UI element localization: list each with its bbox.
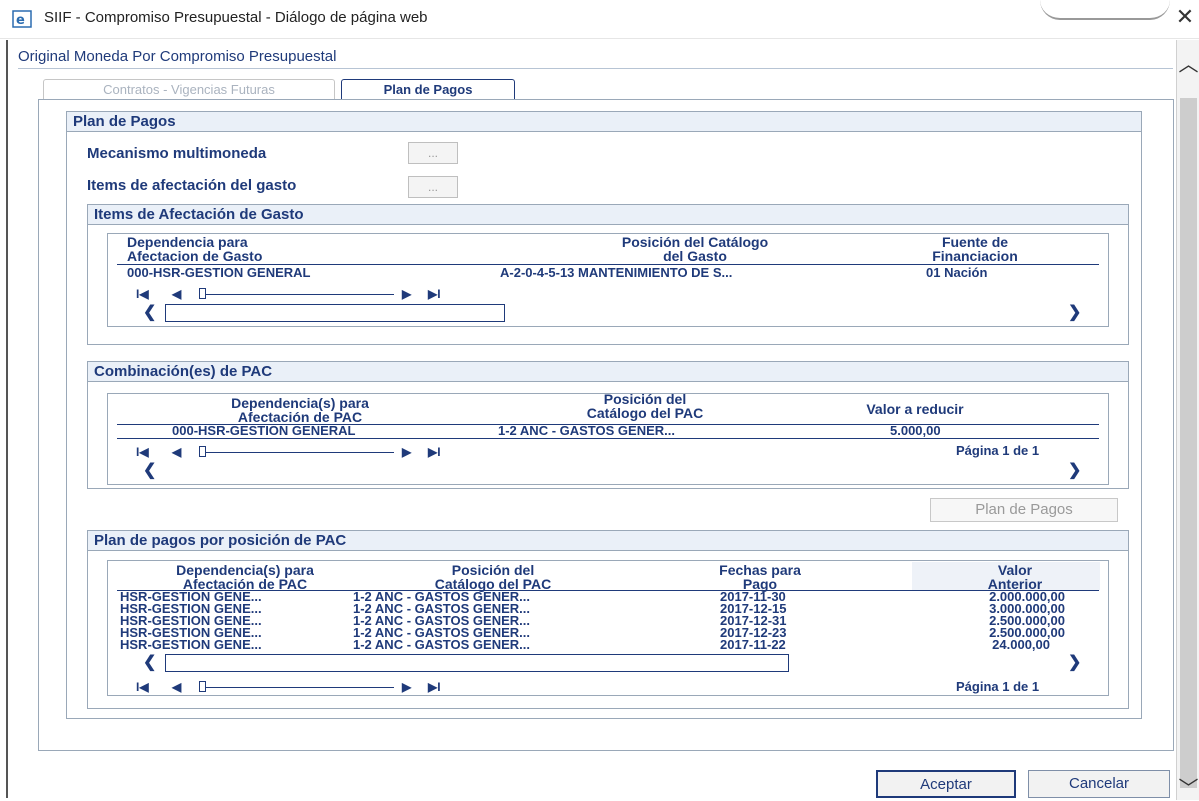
row-divider bbox=[117, 438, 1099, 439]
pager-status: Página 1 de 1 bbox=[956, 443, 1040, 458]
table-cell: 1-2 ANC - GASTOS GENER... bbox=[353, 637, 530, 652]
column-header: Posición del Catálogo del Gasto bbox=[621, 234, 769, 264]
column-header: Fechas para Pago bbox=[719, 562, 801, 592]
header-divider bbox=[18, 68, 1173, 69]
column-header: Posición del Catálogo del PAC bbox=[434, 562, 552, 592]
pager-slider-thumb[interactable] bbox=[199, 681, 206, 692]
scroll-thumb[interactable] bbox=[1180, 98, 1197, 788]
table-cell: 000-HSR-GESTION GENERAL bbox=[172, 423, 356, 438]
table-row[interactable]: HSR-GESTION GENE... 1-2 ANC - GASTOS GEN… bbox=[120, 614, 1095, 627]
scroll-right-icon[interactable]: ❯ bbox=[1068, 302, 1081, 322]
table-cell: HSR-GESTION GENE... bbox=[120, 637, 262, 652]
prev-page-icon[interactable]: ◀ bbox=[172, 445, 181, 459]
table-cell: A-2-0-4-5-13 MANTENIMIENTO DE S... bbox=[500, 265, 733, 280]
plan-pagos-title: Plan de Pagos bbox=[67, 112, 1141, 132]
column-header: Dependencia(s) para Afectación de PAC bbox=[176, 562, 314, 592]
pager-status: Página 1 de 1 bbox=[956, 679, 1040, 694]
first-page-icon[interactable]: I◀ bbox=[136, 445, 149, 459]
horizontal-scrollbar[interactable]: ❮ ❯ bbox=[143, 654, 1093, 672]
plan-posicion-pac-title: Plan de pagos por posición de PAC bbox=[88, 531, 1128, 551]
window-titlebar: e SIIF - Compromiso Presupuestal - Diálo… bbox=[0, 0, 1199, 39]
pager-slider-track[interactable] bbox=[206, 294, 394, 295]
page-title: Original Moneda Por Compromiso Presupues… bbox=[18, 48, 337, 65]
column-header: Valor Anterior bbox=[987, 562, 1043, 592]
window-title: SIIF - Compromiso Presupuestal - Diálogo… bbox=[44, 9, 428, 26]
column-header: Dependencia(s) para Afectación de PAC bbox=[231, 395, 369, 425]
column-header: Posición del Catálogo del PAC bbox=[586, 391, 704, 421]
table-row[interactable]: HSR-GESTION GENE... 1-2 ANC - GASTOS GEN… bbox=[120, 602, 1095, 615]
first-page-icon[interactable]: I◀ bbox=[136, 287, 149, 301]
table-cell: 5.000,00 bbox=[890, 423, 941, 438]
pager-slider-track[interactable] bbox=[206, 452, 394, 453]
items-afectacion-title: Items de Afectación de Gasto bbox=[88, 205, 1128, 225]
window-scrollbar[interactable]: ︿ ﹀ bbox=[1176, 40, 1199, 800]
close-icon[interactable]: ✕ bbox=[1173, 4, 1197, 30]
titlebar-decoration bbox=[1040, 0, 1170, 20]
scroll-left-icon[interactable]: ❮ bbox=[143, 652, 156, 672]
column-header: Fuente de Financiacion bbox=[932, 234, 1018, 264]
prev-page-icon[interactable]: ◀ bbox=[172, 680, 181, 694]
scroll-left-icon[interactable]: ❮ bbox=[143, 460, 156, 480]
horizontal-scrollbar[interactable]: ❮ ❯ bbox=[143, 304, 1093, 322]
table-cell: 000-HSR-GESTION GENERAL bbox=[127, 265, 311, 280]
prev-page-icon[interactable]: ◀ bbox=[172, 287, 181, 301]
table-cell: 2017-11-22 bbox=[720, 637, 786, 652]
table-row[interactable]: HSR-GESTION GENE... 1-2 ANC - GASTOS GEN… bbox=[120, 626, 1095, 639]
cancelar-button[interactable]: Cancelar bbox=[1028, 770, 1170, 798]
table-cell: 1-2 ANC - GASTOS GENER... bbox=[498, 423, 675, 438]
scroll-down-icon[interactable]: ﹀ bbox=[1177, 772, 1199, 801]
scroll-thumb[interactable] bbox=[165, 304, 505, 322]
table-cell: 01 Nación bbox=[926, 265, 988, 280]
scroll-thumb[interactable] bbox=[165, 654, 789, 672]
pager-slider-thumb[interactable] bbox=[199, 446, 206, 457]
next-page-icon[interactable]: ▶ bbox=[402, 287, 411, 301]
items-afectacion-button[interactable]: ... bbox=[408, 176, 458, 198]
last-page-icon[interactable]: ▶I bbox=[428, 680, 441, 694]
scroll-up-icon[interactable]: ︿ bbox=[1177, 48, 1199, 77]
column-header: Valor a reducir bbox=[866, 401, 964, 417]
mecanismo-multimoneda-button[interactable]: ... bbox=[408, 142, 458, 164]
scroll-right-icon[interactable]: ❯ bbox=[1068, 652, 1081, 672]
table-row[interactable]: HSR-GESTION GENE... 1-2 ANC - GASTOS GEN… bbox=[120, 637, 1095, 652]
horizontal-scrollbar[interactable]: ❮ ❯ bbox=[143, 462, 1093, 480]
plan-de-pagos-button[interactable]: Plan de Pagos bbox=[930, 498, 1118, 522]
ie-icon: e bbox=[12, 10, 32, 28]
items-afectacion-label: Items de afectación del gasto bbox=[87, 177, 297, 194]
scroll-right-icon[interactable]: ❯ bbox=[1068, 460, 1081, 480]
first-page-icon[interactable]: I◀ bbox=[136, 680, 149, 694]
table-cell: 24.000,00 bbox=[992, 637, 1050, 652]
column-header: Dependencia para Afectacion de Gasto bbox=[127, 234, 263, 264]
pager-slider-thumb[interactable] bbox=[199, 288, 206, 299]
next-page-icon[interactable]: ▶ bbox=[402, 680, 411, 694]
combinacion-pac-title: Combinación(es) de PAC bbox=[88, 362, 1128, 382]
pager-slider-track[interactable] bbox=[206, 687, 394, 688]
last-page-icon[interactable]: ▶I bbox=[428, 445, 441, 459]
next-page-icon[interactable]: ▶ bbox=[402, 445, 411, 459]
scroll-left-icon[interactable]: ❮ bbox=[143, 302, 156, 322]
aceptar-button[interactable]: Aceptar bbox=[876, 770, 1016, 798]
tab-contratos-vigencias-futuras[interactable]: Contratos - Vigencias Futuras bbox=[43, 79, 335, 100]
table-row[interactable]: HSR-GESTION GENE... 1-2 ANC - GASTOS GEN… bbox=[120, 590, 1095, 603]
mecanismo-multimoneda-label: Mecanismo multimoneda bbox=[87, 145, 267, 162]
svg-text:e: e bbox=[16, 13, 25, 28]
last-page-icon[interactable]: ▶I bbox=[428, 287, 441, 301]
tab-plan-de-pagos[interactable]: Plan de Pagos bbox=[341, 79, 515, 100]
